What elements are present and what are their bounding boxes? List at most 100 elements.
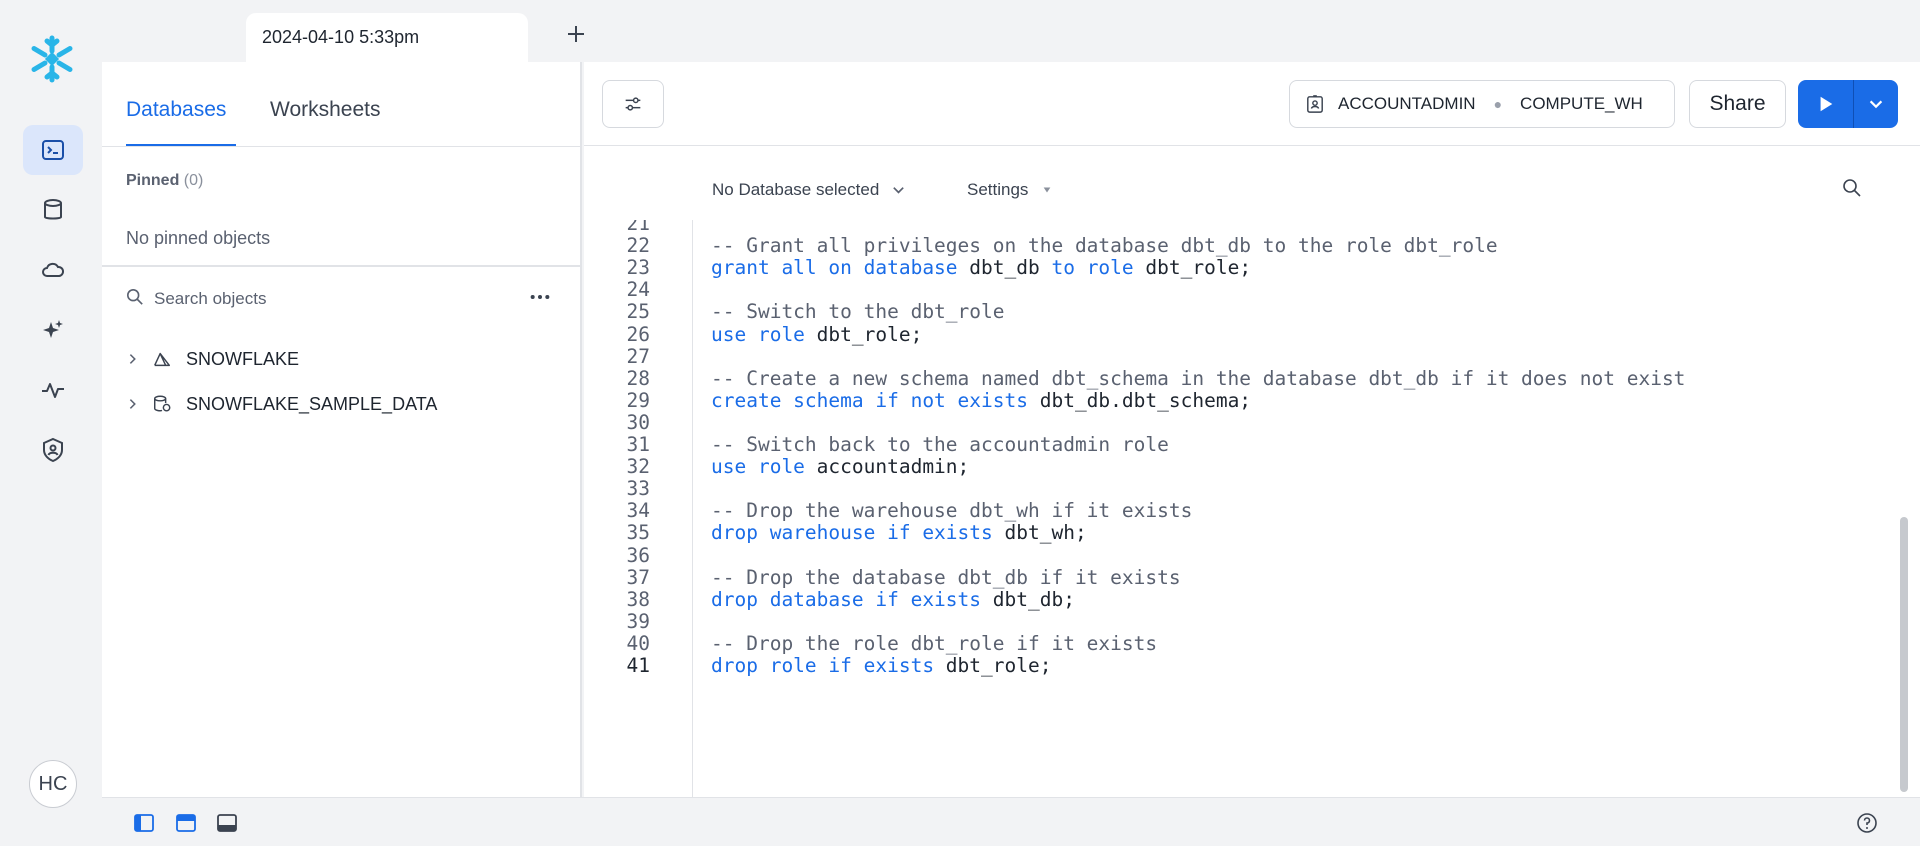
line-number: 32 [626, 455, 650, 479]
sample-database-icon [152, 394, 174, 414]
pinned-heading: Pinned (0) [126, 172, 203, 190]
help-icon[interactable] [1856, 812, 1878, 834]
line-number: 40 [626, 631, 650, 655]
toggle-results-panel-icon[interactable] [216, 812, 238, 834]
code-text: use role accountadmin; [711, 455, 969, 478]
sql-identifier: dbt_role; [934, 654, 1052, 677]
admin-shield-nav-icon[interactable] [23, 425, 83, 475]
sql-identifier: accountadmin; [804, 455, 970, 479]
sql-comment: -- Drop the database dbt_db if it exists [711, 565, 1181, 589]
bottom-status-bar [102, 797, 1920, 846]
caret-down-icon [1042, 185, 1052, 195]
ai-sparkle-nav-icon[interactable] [23, 305, 83, 355]
tab-divider [102, 146, 580, 147]
line-number: 33 [626, 477, 650, 501]
role-badge-icon [1306, 94, 1324, 114]
code-text: -- Drop the database dbt_db if it exists [711, 566, 1181, 589]
code-text: drop role if exists dbt_role; [711, 654, 1051, 677]
search-objects [126, 284, 546, 314]
line-number: 34 [626, 499, 650, 523]
more-options-icon[interactable] [522, 282, 558, 312]
database-selector[interactable]: No Database selected [712, 180, 906, 200]
code-text: create schema if not exists dbt_db.dbt_s… [711, 389, 1251, 412]
search-objects-input[interactable] [154, 289, 514, 309]
tab-worksheets[interactable]: Worksheets [270, 98, 381, 122]
sql-identifier: dbt_db; [981, 587, 1075, 611]
sql-comment: -- Switch back to the accountadmin role [711, 433, 1169, 456]
line-number: 25 [626, 300, 650, 324]
code-text: -- Drop the role dbt_role if it exists [711, 632, 1157, 655]
tree-item-snowflake-sample-data[interactable]: SNOWFLAKE_SAMPLE_DATA [126, 389, 437, 419]
line-number: 41 [626, 654, 650, 677]
sql-editor: ACCOUNTADMIN ● COMPUTE_WH Share No Datab… [584, 62, 1920, 797]
settings-dropdown[interactable]: Settings [967, 180, 1052, 200]
toggle-editor-panel-icon[interactable] [175, 812, 197, 834]
chevron-right-icon[interactable] [126, 397, 142, 411]
line-number: 29 [626, 388, 650, 412]
tree-item-snowflake[interactable]: SNOWFLAKE [126, 344, 299, 374]
settings-label: Settings [967, 180, 1029, 199]
code-text: -- Switch back to the accountadmin role [711, 433, 1169, 456]
sql-keyword: drop database if exists [711, 587, 982, 611]
sql-keyword: drop role if exists [711, 654, 935, 677]
pinned-label: Pinned [126, 172, 180, 189]
line-number: 38 [626, 587, 650, 611]
pinned-count: (0) [183, 172, 204, 189]
sql-identifier: dbt_role; [1133, 256, 1252, 280]
share-button[interactable]: Share [1689, 80, 1786, 128]
line-number: 28 [626, 366, 650, 390]
worksheet-tab[interactable]: 2024-04-10 5:33pm [246, 13, 528, 62]
editor-toolbar: ACCOUNTADMIN ● COMPUTE_WH Share [584, 62, 1920, 146]
sql-comment: -- Drop the warehouse dbt_wh if it exist… [711, 499, 1193, 523]
code-text: -- Grant all privileges on the database … [711, 234, 1498, 257]
tree-item-label: SNOWFLAKE [186, 348, 300, 369]
activity-nav-icon[interactable] [23, 365, 83, 415]
warehouse-label: COMPUTE_WH [1520, 94, 1643, 113]
sql-comment: -- Switch to the dbt_role [711, 300, 1005, 324]
toggle-left-panel-icon[interactable] [133, 812, 155, 834]
sql-comment: -- Drop the role dbt_role if it exists [711, 631, 1158, 655]
separator-dot: ● [1493, 96, 1503, 112]
sql-keyword: drop warehouse if exists [711, 521, 993, 545]
filter-settings-icon[interactable] [602, 80, 664, 128]
line-number: 36 [626, 543, 650, 567]
code-text: -- Switch to the dbt_role [711, 300, 1005, 323]
new-tab-plus-icon[interactable] [562, 20, 590, 48]
sql-comment: -- Create a new schema named dbt_schema … [711, 366, 1686, 390]
cloud-nav-icon[interactable] [23, 245, 83, 295]
code-area[interactable]: 21 22 -- Grant all privileges on the datab… [584, 220, 1904, 797]
app-rail: HC [0, 0, 102, 846]
line-number: 21 [626, 220, 650, 235]
search-icon [126, 288, 144, 311]
sql-identifier: dbt_db [957, 256, 1052, 280]
run-play-icon[interactable] [1798, 80, 1854, 128]
sql-identifier: dbt_role; [804, 322, 923, 346]
role-warehouse-selector[interactable]: ACCOUNTADMIN ● COMPUTE_WH [1289, 80, 1675, 128]
user-avatar[interactable]: HC [29, 760, 77, 808]
code-line[interactable]: 41 drop role if exists dbt_role; [584, 654, 1904, 681]
sql-keyword: create schema if not exists [711, 388, 1028, 412]
snowflake-logo-icon[interactable] [27, 34, 77, 84]
shared-database-icon [152, 349, 174, 369]
line-number: 24 [626, 278, 650, 302]
code-text: use role dbt_role; [711, 323, 922, 346]
no-pinned-message: No pinned objects [126, 228, 271, 248]
line-number: 37 [626, 565, 650, 589]
sql-identifier: dbt_db.dbt_schema; [1027, 388, 1252, 412]
run-options-chevron-down-icon[interactable] [1854, 80, 1898, 128]
line-number: 26 [626, 322, 650, 346]
sql-comment: -- Grant all privileges on the database … [711, 234, 1498, 258]
worksheets-nav-icon[interactable] [23, 125, 83, 175]
data-nav-icon[interactable] [23, 185, 83, 235]
sql-identifier: dbt_wh; [992, 521, 1087, 545]
line-number: 22 [626, 234, 650, 258]
tab-databases[interactable]: Databases [126, 98, 226, 122]
run-button-group [1798, 80, 1898, 128]
code-text: grant all on database dbt_db to role dbt… [711, 256, 1251, 279]
editor-scrollbar[interactable] [1900, 517, 1908, 792]
find-search-icon[interactable] [1842, 178, 1866, 202]
code-text: -- Create a new schema named dbt_schema … [711, 367, 1685, 390]
code-text: -- Drop the warehouse dbt_wh if it exist… [711, 499, 1192, 522]
section-divider [102, 265, 580, 267]
chevron-right-icon[interactable] [126, 352, 142, 366]
